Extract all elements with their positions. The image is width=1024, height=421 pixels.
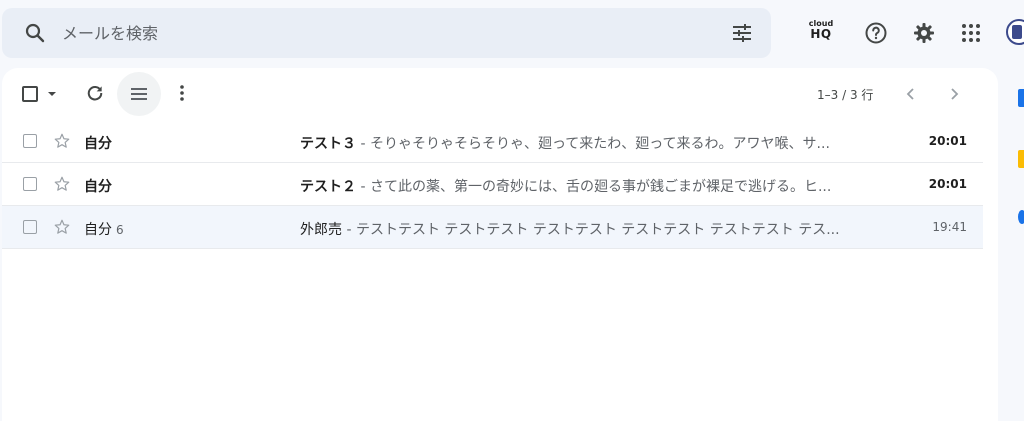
- email-sender: 自分: [84, 133, 116, 153]
- email-subject: テスト３: [300, 136, 356, 152]
- email-subject: テスト２: [300, 179, 356, 195]
- search-options-icon[interactable]: [730, 21, 754, 45]
- email-time: 20:01: [928, 134, 967, 148]
- refresh-icon[interactable]: [85, 83, 105, 103]
- apps-grid-icon[interactable]: [959, 21, 983, 45]
- star-icon[interactable]: [53, 175, 71, 193]
- email-time: 19:41: [932, 220, 967, 234]
- pagination-label: 1–3 / 3 行: [817, 88, 874, 102]
- email-sender: 自分 6: [84, 219, 124, 239]
- tasks-side-icon[interactable]: [1018, 210, 1024, 224]
- help-icon[interactable]: [864, 21, 888, 45]
- avatar-logo: [1012, 25, 1022, 39]
- email-snippet: - そりゃそりゃそらそりゃ、廻って来たわ、廻って来るわ。アワヤ喉、サ...: [356, 136, 830, 152]
- thread-count: 6: [116, 223, 124, 237]
- search-bar[interactable]: [2, 8, 771, 58]
- row-checkbox[interactable]: [23, 220, 37, 234]
- star-icon[interactable]: [53, 132, 71, 150]
- search-input[interactable]: [62, 20, 702, 46]
- cloudhq-icon[interactable]: cloud HQ: [804, 20, 838, 46]
- account-avatar[interactable]: [1006, 19, 1024, 45]
- density-toggle-button[interactable]: [117, 72, 161, 116]
- email-sender: 自分: [84, 176, 116, 196]
- search-icon[interactable]: [23, 21, 47, 45]
- email-row[interactable]: 自分 テスト２ - さて此の薬、第一の奇妙には、舌の廻る事が銭ごまが裸足で逃げる…: [2, 163, 983, 206]
- settings-gear-icon[interactable]: [912, 21, 936, 45]
- keep-side-icon[interactable]: [1018, 150, 1024, 168]
- mail-list-panel: 1–3 / 3 行 自分 テスト３ - そりゃそりゃそらそりゃ、廻って来たわ、廻…: [2, 68, 998, 421]
- email-time: 20:01: [928, 177, 967, 191]
- chevron-right-icon[interactable]: [944, 84, 964, 104]
- sender-name: 自分: [84, 179, 112, 195]
- email-content: テスト２ - さて此の薬、第一の奇妙には、舌の廻る事が銭ごまが裸足で逃げる。ヒ.…: [300, 176, 880, 196]
- mail-toolbar: 1–3 / 3 行: [2, 68, 998, 120]
- select-all-checkbox[interactable]: [22, 86, 38, 102]
- sender-name: 自分: [84, 222, 112, 238]
- email-content: テスト３ - そりゃそりゃそらそりゃ、廻って来たわ、廻って来るわ。アワヤ喉、サ.…: [300, 133, 880, 153]
- email-list: 自分 テスト３ - そりゃそりゃそらそりゃ、廻って来たわ、廻って来るわ。アワヤ喉…: [2, 120, 983, 249]
- cloudhq-label-bottom: HQ: [810, 27, 832, 41]
- star-icon[interactable]: [53, 218, 71, 236]
- calendar-side-icon[interactable]: [1018, 89, 1024, 107]
- chevron-left-icon[interactable]: [901, 84, 921, 104]
- row-checkbox[interactable]: [23, 177, 37, 191]
- email-row[interactable]: 自分 テスト３ - そりゃそりゃそらそりゃ、廻って来たわ、廻って来るわ。アワヤ喉…: [2, 120, 983, 163]
- email-content: 外郎売 - テストテスト テストテスト テストテスト テストテスト テストテスト…: [300, 219, 880, 239]
- sender-name: 自分: [84, 136, 112, 152]
- email-snippet: - テストテスト テストテスト テストテスト テストテスト テストテスト テス.…: [342, 222, 840, 238]
- email-snippet: - さて此の薬、第一の奇妙には、舌の廻る事が銭ごまが裸足で逃げる。ヒ...: [356, 179, 832, 195]
- select-caret-icon[interactable]: [46, 88, 58, 100]
- email-row[interactable]: 自分 6 外郎売 - テストテスト テストテスト テストテスト テストテスト テス…: [2, 206, 983, 249]
- email-subject: 外郎売: [300, 222, 342, 238]
- density-icon: [131, 88, 147, 100]
- row-checkbox[interactable]: [23, 134, 37, 148]
- more-options-icon[interactable]: [172, 83, 192, 103]
